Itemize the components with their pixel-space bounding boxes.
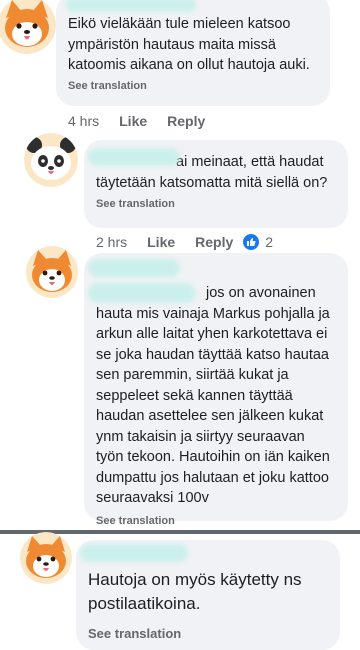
shiba-avatar[interactable] [0, 0, 56, 54]
like-button[interactable]: Like [119, 113, 147, 129]
comment-actions: 4 hrs Like Reply [68, 113, 225, 129]
comment-actions: 2 hrs Like Reply 2 [96, 234, 273, 250]
thumbs-up-icon[interactable] [243, 234, 260, 250]
comment-bubble: Eikö vieläkään tule mieleen katsoo ympär… [56, 0, 330, 106]
redacted-name [66, 0, 196, 12]
see-translation-link[interactable]: See translation [96, 198, 336, 210]
see-translation-link[interactable]: See translation [68, 80, 318, 92]
panda-avatar[interactable] [24, 133, 78, 187]
reaction-count[interactable]: 2 [265, 234, 273, 250]
redacted-name [88, 259, 180, 277]
comment-time[interactable]: 2 hrs [96, 234, 127, 250]
like-button[interactable]: Like [147, 234, 175, 250]
redacted-name [80, 544, 188, 562]
comment-bubble: jos on avonainen hauta mis vainaja Marku… [84, 253, 348, 527]
comment-bubble: Hautoja on myös käytetty ns postilaatiko… [76, 540, 340, 650]
comment-time[interactable]: 4 hrs [68, 113, 99, 129]
shiba-avatar[interactable] [20, 532, 72, 584]
comment-text: Eikö vieläkään tule mieleen katsoo ympär… [68, 16, 310, 73]
shiba-avatar[interactable] [26, 246, 78, 298]
see-translation-link[interactable]: See translation [88, 626, 328, 641]
redacted-name [88, 283, 196, 303]
see-translation-link[interactable]: See translation [96, 515, 336, 527]
reply-button[interactable]: Reply [167, 113, 205, 129]
redacted-name [88, 148, 180, 166]
reply-button[interactable]: Reply [195, 234, 233, 250]
comment-bubble: ai meinaat, että haudat täytetään katsom… [84, 140, 348, 228]
